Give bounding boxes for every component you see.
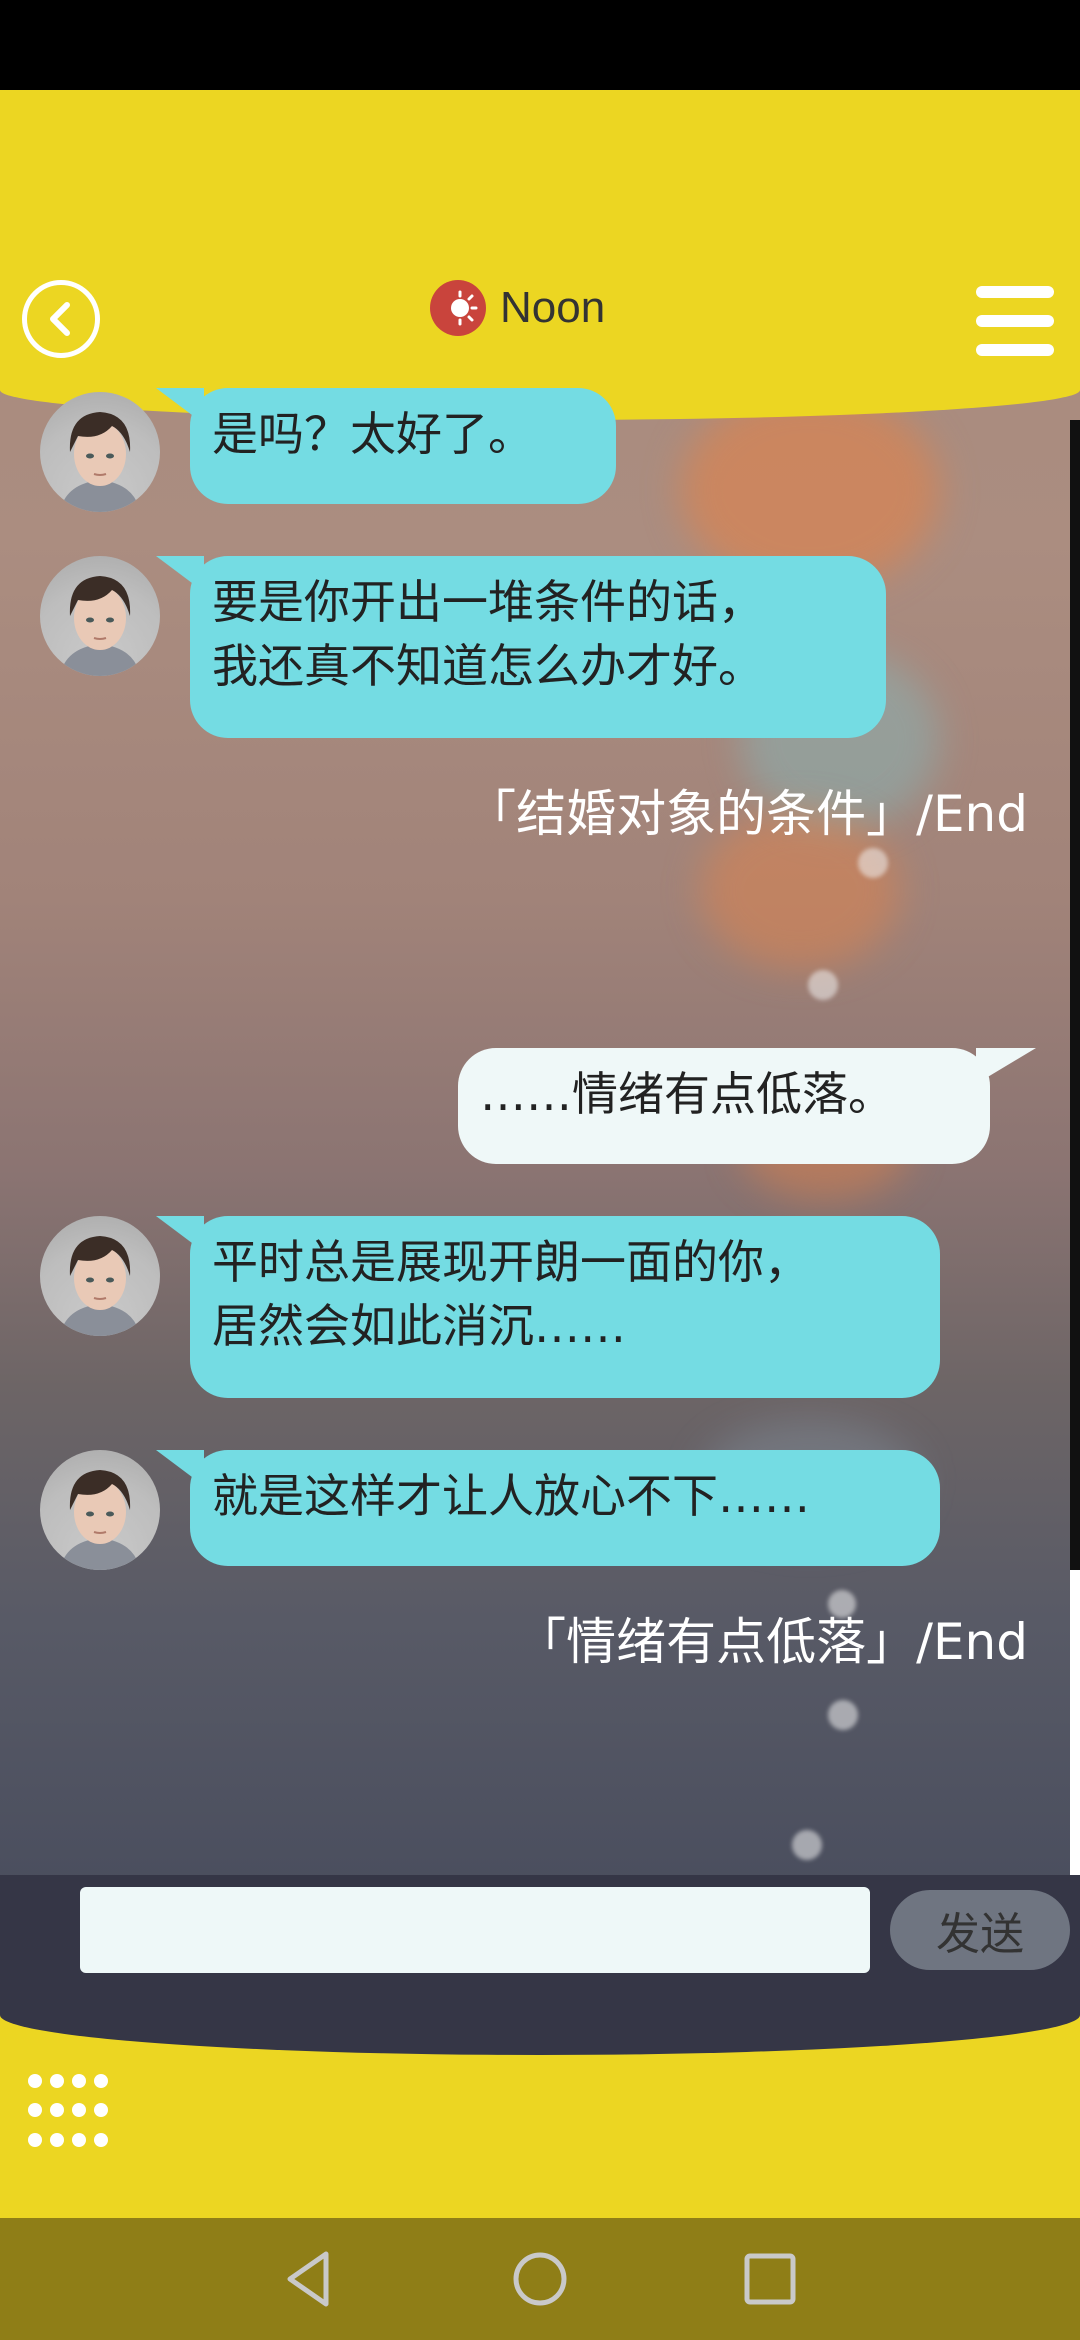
header-title-group: Noon [430,278,605,338]
avatar[interactable] [40,1216,160,1336]
story-end-label: 「情绪有点低落」/End [516,1613,1028,1671]
grid-dot [72,2103,86,2118]
message-input[interactable] [80,1887,870,1973]
grid-dot [50,2132,64,2147]
story-end-label: 「结婚对象的条件」/End [466,785,1028,843]
status-bar [0,0,1080,90]
avatar[interactable] [40,1450,160,1570]
character-portrait-icon [60,1470,140,1570]
sun-glyph [451,290,478,326]
grid-dot [28,2103,42,2118]
page-title: Noon [500,283,606,332]
back-arrow-circle-icon [50,302,70,336]
grid-dot [72,2132,86,2147]
grid-dot [50,2103,64,2118]
send-button[interactable]: 发送 [890,1890,1070,1970]
nav-recents-icon[interactable] [735,2244,805,2314]
hamburger-menu-icon [976,286,1054,298]
chat-bubble-incoming: 是吗？太好了。 [156,388,616,504]
scrollbar-track[interactable] [1070,420,1080,1570]
grid-dot [94,2103,108,2118]
character-portrait-icon [60,1236,140,1336]
nav-back-icon[interactable] [274,2244,344,2314]
hamburger-menu-icon-bar [976,344,1054,356]
grid-dot [94,2074,108,2088]
character-portrait-icon [60,412,140,512]
bokeh-dot [792,1830,822,1860]
hamburger-menu-icon-bar [976,315,1054,327]
grid-dot [72,2074,86,2088]
avatar[interactable] [40,392,160,512]
chat-bubble-incoming: 就是这样才让人放心不下…… [156,1450,940,1566]
header-bar [0,90,1080,420]
back-button[interactable] [22,280,100,358]
avatar[interactable] [40,556,160,676]
grid-dot [28,2132,42,2147]
bokeh-dot [858,848,888,878]
nav-home-icon[interactable] [505,2244,575,2314]
menu-button[interactable] [976,286,1054,356]
grid-dot [28,2074,42,2088]
chat-bubble-incoming: 平时总是展现开朗一面的你， 居然会如此消沉…… [156,1216,940,1398]
sun-icon [430,280,486,336]
grid-dot [94,2132,108,2147]
bokeh-dot [828,1700,858,1730]
grid-dot [50,2074,64,2088]
chat-bubble-outgoing: ……情绪有点低落。 [458,1048,1036,1164]
apps-grid-icon[interactable] [28,2074,108,2154]
bokeh-dot [808,970,838,1000]
chat-bubble-incoming: 要是你开出一堆条件的话， 我还真不知道怎么办才好。 [156,556,886,738]
scrollbar-thumb[interactable] [1070,1570,1080,1875]
character-portrait-icon [60,576,140,676]
